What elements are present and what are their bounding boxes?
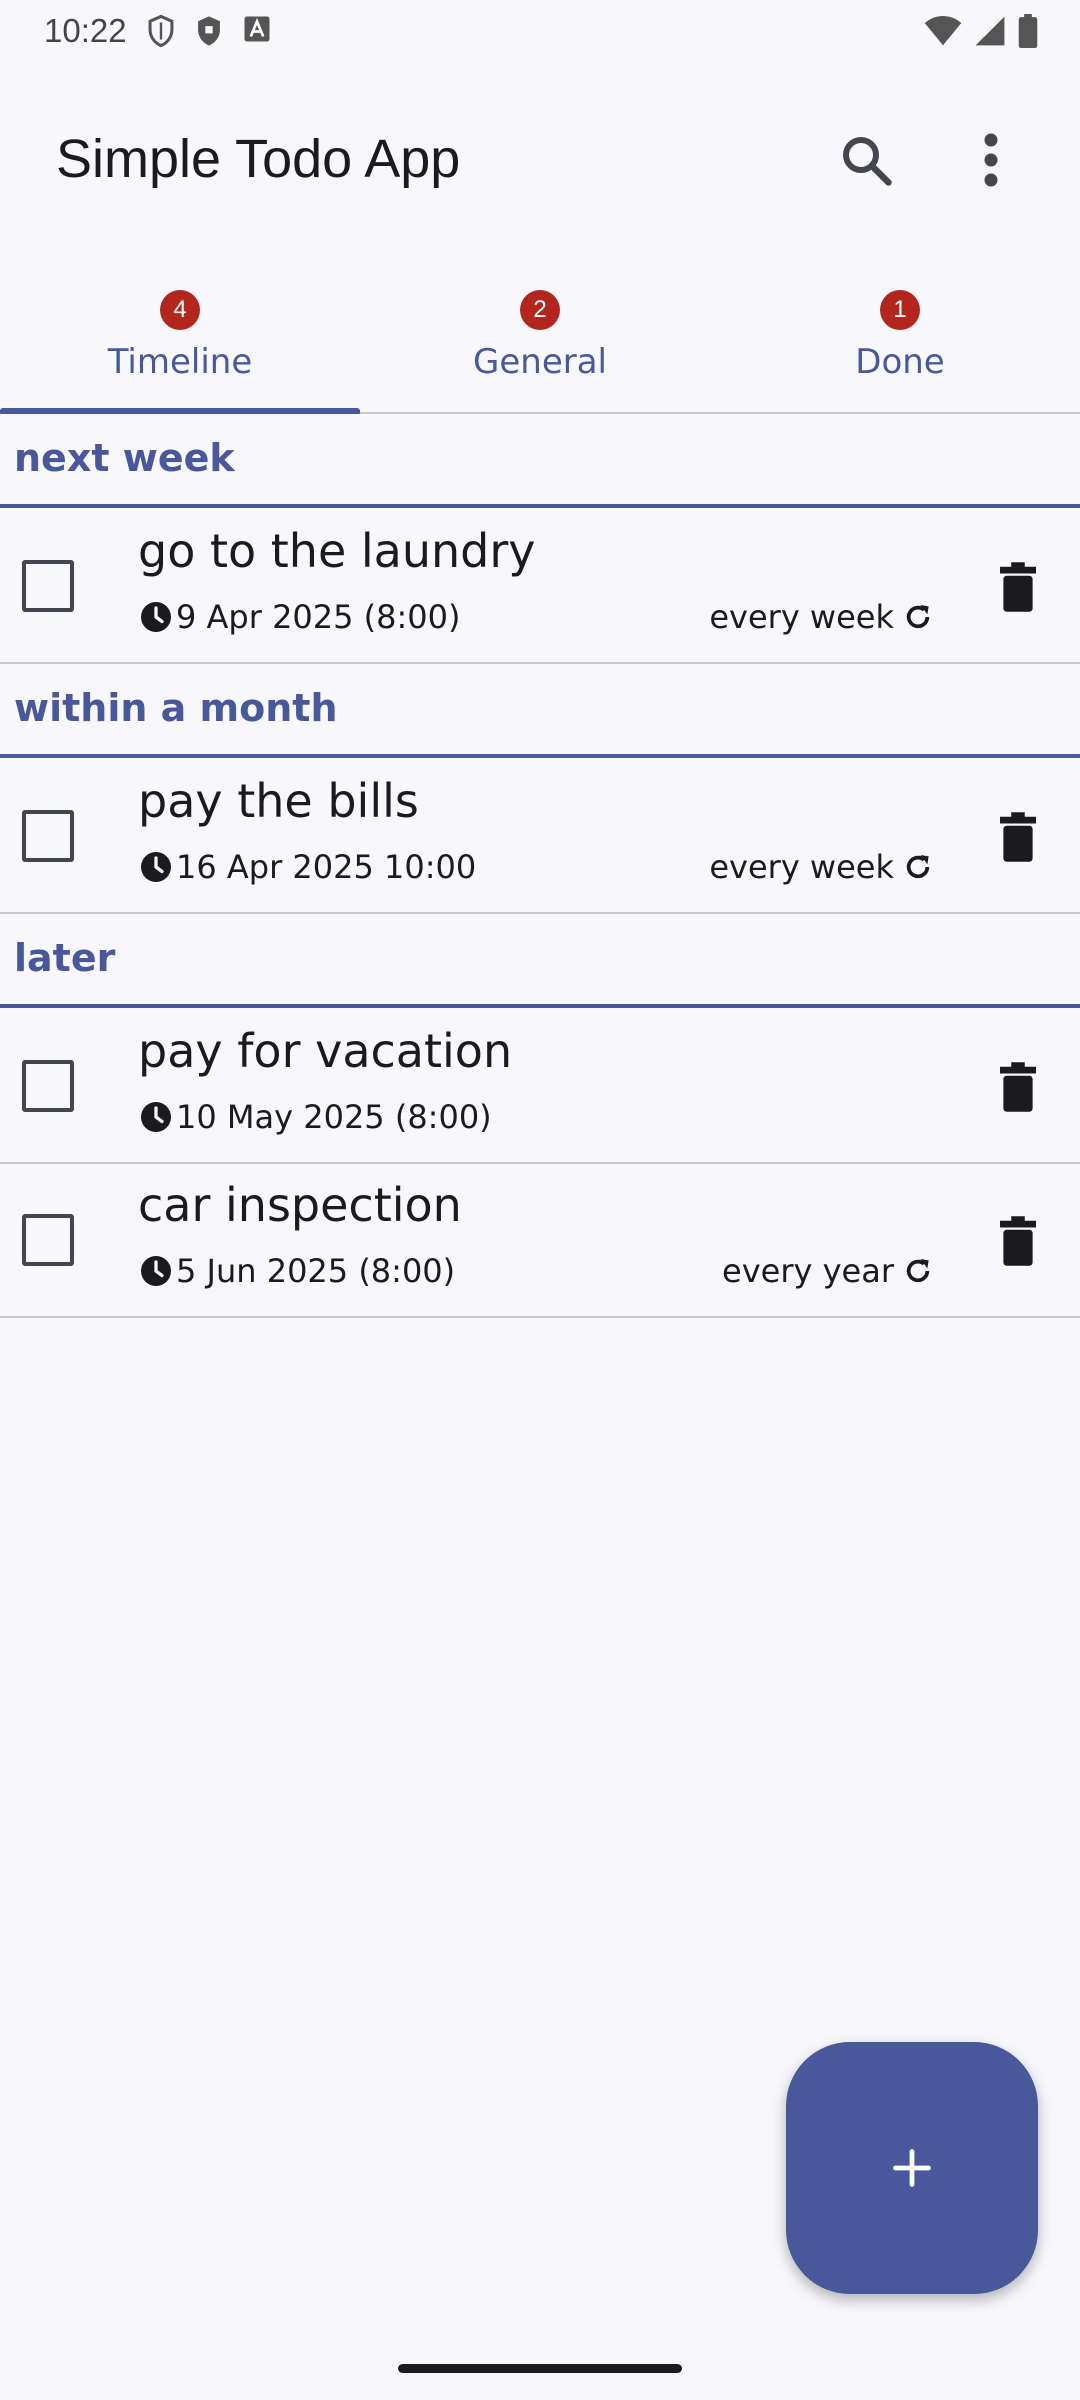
todo-checkbox[interactable] [22, 1214, 74, 1266]
delete-button[interactable] [994, 810, 1042, 864]
section-header: next week [0, 414, 1080, 508]
todo-due-date: 5 Jun 2025 (8:00) [138, 1252, 455, 1290]
tab-label: Done [855, 342, 945, 382]
font-a-icon [244, 16, 270, 42]
status-icons-left [146, 14, 272, 48]
repeat-icon [906, 855, 930, 879]
section-title: within a month [14, 686, 338, 730]
tab-done[interactable]: 1 Done [720, 280, 1080, 412]
todo-repeat: every week [709, 598, 934, 636]
todo-date-text: 10 May 2025 (8:00) [176, 1098, 492, 1136]
section-header: later [0, 914, 1080, 1008]
trash-icon [1000, 562, 1036, 612]
search-button[interactable] [836, 130, 896, 190]
clock-icon [141, 1102, 171, 1132]
todo-checkbox[interactable] [22, 1060, 74, 1112]
tab-general[interactable]: 2 General [360, 280, 720, 412]
clock-icon [141, 602, 171, 632]
todo-repeat: every week [709, 848, 934, 886]
todo-repeat: every year [722, 1252, 934, 1290]
clock-icon [141, 1256, 171, 1286]
todo-due-date: 10 May 2025 (8:00) [138, 1098, 492, 1136]
todo-item[interactable]: go to the laundry 9 Apr 2025 (8:00) ever… [0, 510, 1080, 664]
todo-item[interactable]: car inspection 5 Jun 2025 (8:00) every y… [0, 1164, 1080, 1318]
status-time: 10:22 [44, 12, 127, 49]
tab-badge: 1 [880, 290, 920, 330]
add-icon [893, 2149, 931, 2187]
tab-badge: 4 [160, 290, 200, 330]
todo-title: pay the bills [138, 774, 419, 828]
trash-icon [1000, 1216, 1036, 1266]
clock-icon [141, 852, 171, 882]
status-bar: 10:22 [0, 0, 1080, 62]
tab-bar: 4 Timeline 2 General 1 Done [0, 280, 1080, 414]
tab-label: General [473, 342, 607, 382]
tab-badge: 2 [520, 290, 560, 330]
delete-button[interactable] [994, 1060, 1042, 1114]
repeat-icon [906, 605, 930, 629]
section-header: within a month [0, 664, 1080, 758]
repeat-icon [906, 1259, 930, 1283]
delete-button[interactable] [994, 1214, 1042, 1268]
shield-outline-icon [148, 14, 174, 48]
more-options-button[interactable] [966, 130, 1016, 190]
todo-title: pay for vacation [138, 1024, 513, 1078]
cellular-signal-icon [975, 16, 1005, 46]
app-bar: Simple Todo App [0, 100, 1080, 220]
todo-item[interactable]: pay for vacation 10 May 2025 (8:00) [0, 1010, 1080, 1164]
app-title: Simple Todo App [56, 129, 461, 189]
todo-repeat-text: every week [709, 598, 894, 636]
todo-checkbox[interactable] [22, 560, 74, 612]
todo-checkbox[interactable] [22, 810, 74, 862]
todo-repeat-text: every year [722, 1252, 894, 1290]
tab-label: Timeline [107, 342, 253, 382]
todo-date-text: 9 Apr 2025 (8:00) [176, 598, 461, 636]
todo-title: go to the laundry [138, 524, 536, 578]
wifi-icon [924, 15, 962, 46]
todo-item[interactable]: pay the bills 16 Apr 2025 10:00 every we… [0, 760, 1080, 914]
gesture-navigation-bar[interactable] [398, 2364, 682, 2373]
todo-date-text: 5 Jun 2025 (8:00) [176, 1252, 456, 1290]
trash-icon [1000, 812, 1036, 862]
delete-button[interactable] [994, 560, 1042, 614]
trash-icon [1000, 1062, 1036, 1112]
add-todo-button[interactable] [786, 2042, 1038, 2294]
todo-title: car inspection [138, 1178, 462, 1232]
shield-filled-icon [198, 16, 220, 46]
todo-repeat-text: every week [709, 848, 894, 886]
todo-date-text: 16 Apr 2025 10:00 [176, 848, 477, 886]
search-icon [843, 137, 892, 186]
tab-timeline[interactable]: 4 Timeline [0, 280, 360, 414]
section-title: next week [14, 436, 235, 480]
status-icons-right [924, 14, 1038, 48]
todo-due-date: 16 Apr 2025 10:00 [138, 848, 476, 886]
more-vert-icon [984, 133, 998, 187]
battery-icon [1018, 14, 1038, 48]
section-title: later [14, 936, 116, 980]
todo-due-date: 9 Apr 2025 (8:00) [138, 598, 461, 636]
